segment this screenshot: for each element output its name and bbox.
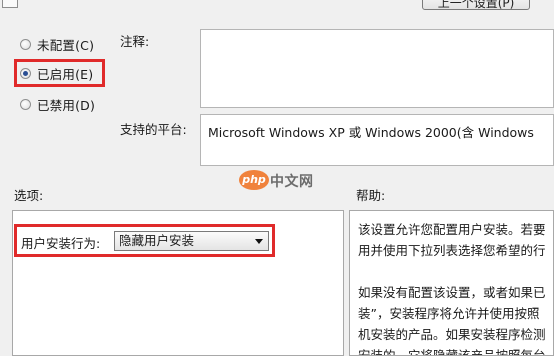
help-line: 安装的，它将隐藏该产品按照每台 [358,348,546,356]
help-line [358,261,546,282]
help-text: 该设置允许您配置用户安装。若要 用并使用下拉列表选择您希望的行 如果没有配置该设… [358,219,546,356]
chevron-down-icon[interactable] [255,239,263,244]
radio-disabled[interactable]: 已禁用(D) [20,94,95,114]
options-label: 选项: [14,188,44,203]
platform-text: Microsoft Windows XP 或 Windows 2000(含 Wi… [208,125,534,140]
help-line: 机安装的产品。如果安装程序检测 [358,327,546,342]
radio-label: 已启用(E) [37,66,94,82]
radio-circle-checked[interactable] [20,67,31,79]
watermark-text: 中文网 [270,174,314,190]
previous-setting-button[interactable]: 上一个设置(P) [422,0,530,10]
radio-circle[interactable] [20,98,31,110]
radio-circle[interactable] [20,38,31,50]
help-line: 该设置允许您配置用户安装。若要 [358,222,546,237]
comment-label: 注释: [120,34,150,49]
install-behavior-dropdown[interactable]: 隐藏用户安装 [114,231,269,251]
comment-textarea[interactable] [200,29,554,108]
policy-icon [2,0,18,8]
help-line: 装”，安装程序将允许并使用按照 [358,306,540,321]
platform-field: Microsoft Windows XP 或 Windows 2000(含 Wi… [200,114,554,166]
install-behavior-label: 用户安装行为: [21,236,101,251]
platform-label: 支持的平台: [120,122,187,137]
help-line: 如果没有配置该设置，或者如果已 [358,285,546,300]
radio-label: 已禁用(D) [37,97,96,113]
help-label: 帮助: [356,188,386,203]
radio-enabled[interactable]: 已启用(E) [20,63,93,83]
radio-not-configured[interactable]: 未配置(C) [20,34,94,54]
dropdown-value: 隐藏用户安装 [119,233,195,248]
help-pane: 该设置允许您配置用户安装。若要 用并使用下拉列表选择您希望的行 如果没有配置该设… [349,210,554,356]
help-line: 用并使用下拉列表选择您希望的行 [358,243,546,258]
radio-label: 未配置(C) [37,37,95,53]
watermark-logo: php [239,170,269,190]
